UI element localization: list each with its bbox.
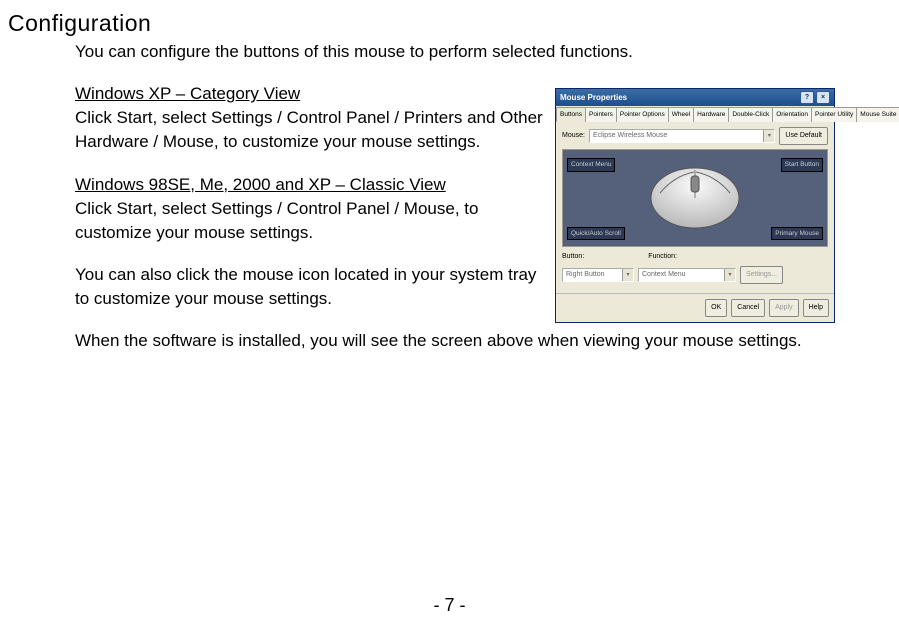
mouse-icon xyxy=(640,158,750,238)
mouse-label: Mouse: xyxy=(562,131,585,141)
xp-heading: Windows XP – Category View xyxy=(75,84,300,103)
tab-buttons[interactable]: Buttons xyxy=(556,107,586,122)
tab-pointer-options[interactable]: Pointer Options xyxy=(616,107,669,122)
chevron-down-icon: ▾ xyxy=(763,130,774,142)
button-dropdown[interactable]: Right Button ▾ xyxy=(562,268,634,282)
button-dropdown-value: Right Button xyxy=(566,270,605,280)
cancel-button[interactable]: Cancel xyxy=(731,299,765,317)
tab-pointer-utility[interactable]: Pointer Utility xyxy=(811,107,857,122)
function-label: Function: xyxy=(648,252,677,262)
function-dropdown[interactable]: Context Menu ▾ xyxy=(638,268,736,282)
tag-start-button: Start Button xyxy=(781,158,823,171)
tab-orientation[interactable]: Orientation xyxy=(772,107,812,122)
xp-body: Click Start, select Settings / Control P… xyxy=(75,106,555,154)
dialog-titlebar: Mouse Properties ? × xyxy=(556,89,834,106)
section-heading: Configuration xyxy=(8,10,151,37)
mouse-properties-dialog: Mouse Properties ? × Buttons Pointers Po… xyxy=(555,88,835,323)
tag-quick-auto-scroll: Quick/Auto Scroll xyxy=(567,227,625,240)
tab-strip: Buttons Pointers Pointer Options Wheel H… xyxy=(556,106,834,122)
tab-double-click[interactable]: Double-Click xyxy=(728,107,773,122)
tab-pointers[interactable]: Pointers xyxy=(585,107,617,122)
close-icon[interactable]: × xyxy=(816,91,830,104)
tag-primary-mouse: Primary Mouse xyxy=(771,227,823,240)
button-label: Button: xyxy=(562,252,584,262)
ok-button[interactable]: OK xyxy=(705,299,727,317)
mouse-dropdown[interactable]: Eclipse Wireless Mouse ▾ xyxy=(589,129,775,143)
help-button[interactable]: Help xyxy=(803,299,829,317)
tab-mouse-suite[interactable]: Mouse Suite xyxy=(856,107,899,122)
tray-paragraph: You can also click the mouse icon locate… xyxy=(75,263,555,311)
chevron-down-icon: ▾ xyxy=(724,269,735,281)
dialog-title: Mouse Properties xyxy=(560,92,627,103)
function-dropdown-value: Context Menu xyxy=(642,270,686,280)
help-icon[interactable]: ? xyxy=(800,91,814,104)
mouse-dropdown-value: Eclipse Wireless Mouse xyxy=(593,131,667,141)
settings-button[interactable]: Settings... xyxy=(740,266,783,284)
apply-button[interactable]: Apply xyxy=(769,299,799,317)
tab-hardware[interactable]: Hardware xyxy=(693,107,729,122)
tab-pane: Mouse: Eclipse Wireless Mouse ▾ Use Defa… xyxy=(556,122,834,293)
dialog-footer: OK Cancel Apply Help xyxy=(556,293,834,322)
tab-wheel[interactable]: Wheel xyxy=(668,107,694,122)
closing-paragraph: When the software is installed, you will… xyxy=(75,329,845,353)
mouse-properties-figure: Mouse Properties ? × Buttons Pointers Po… xyxy=(555,88,835,313)
mouse-illustration-panel: Context Menu Start Button Quick/Auto Scr… xyxy=(562,149,828,247)
intro-paragraph: You can configure the buttons of this mo… xyxy=(75,40,845,64)
tag-context-menu: Context Menu xyxy=(567,158,615,171)
use-default-button[interactable]: Use Default xyxy=(779,127,828,145)
classic-body: Click Start, select Settings / Control P… xyxy=(75,197,555,245)
chevron-down-icon: ▾ xyxy=(622,269,633,281)
classic-heading: Windows 98SE, Me, 2000 and XP – Classic … xyxy=(75,175,446,194)
page-number: - 7 - xyxy=(0,595,899,616)
